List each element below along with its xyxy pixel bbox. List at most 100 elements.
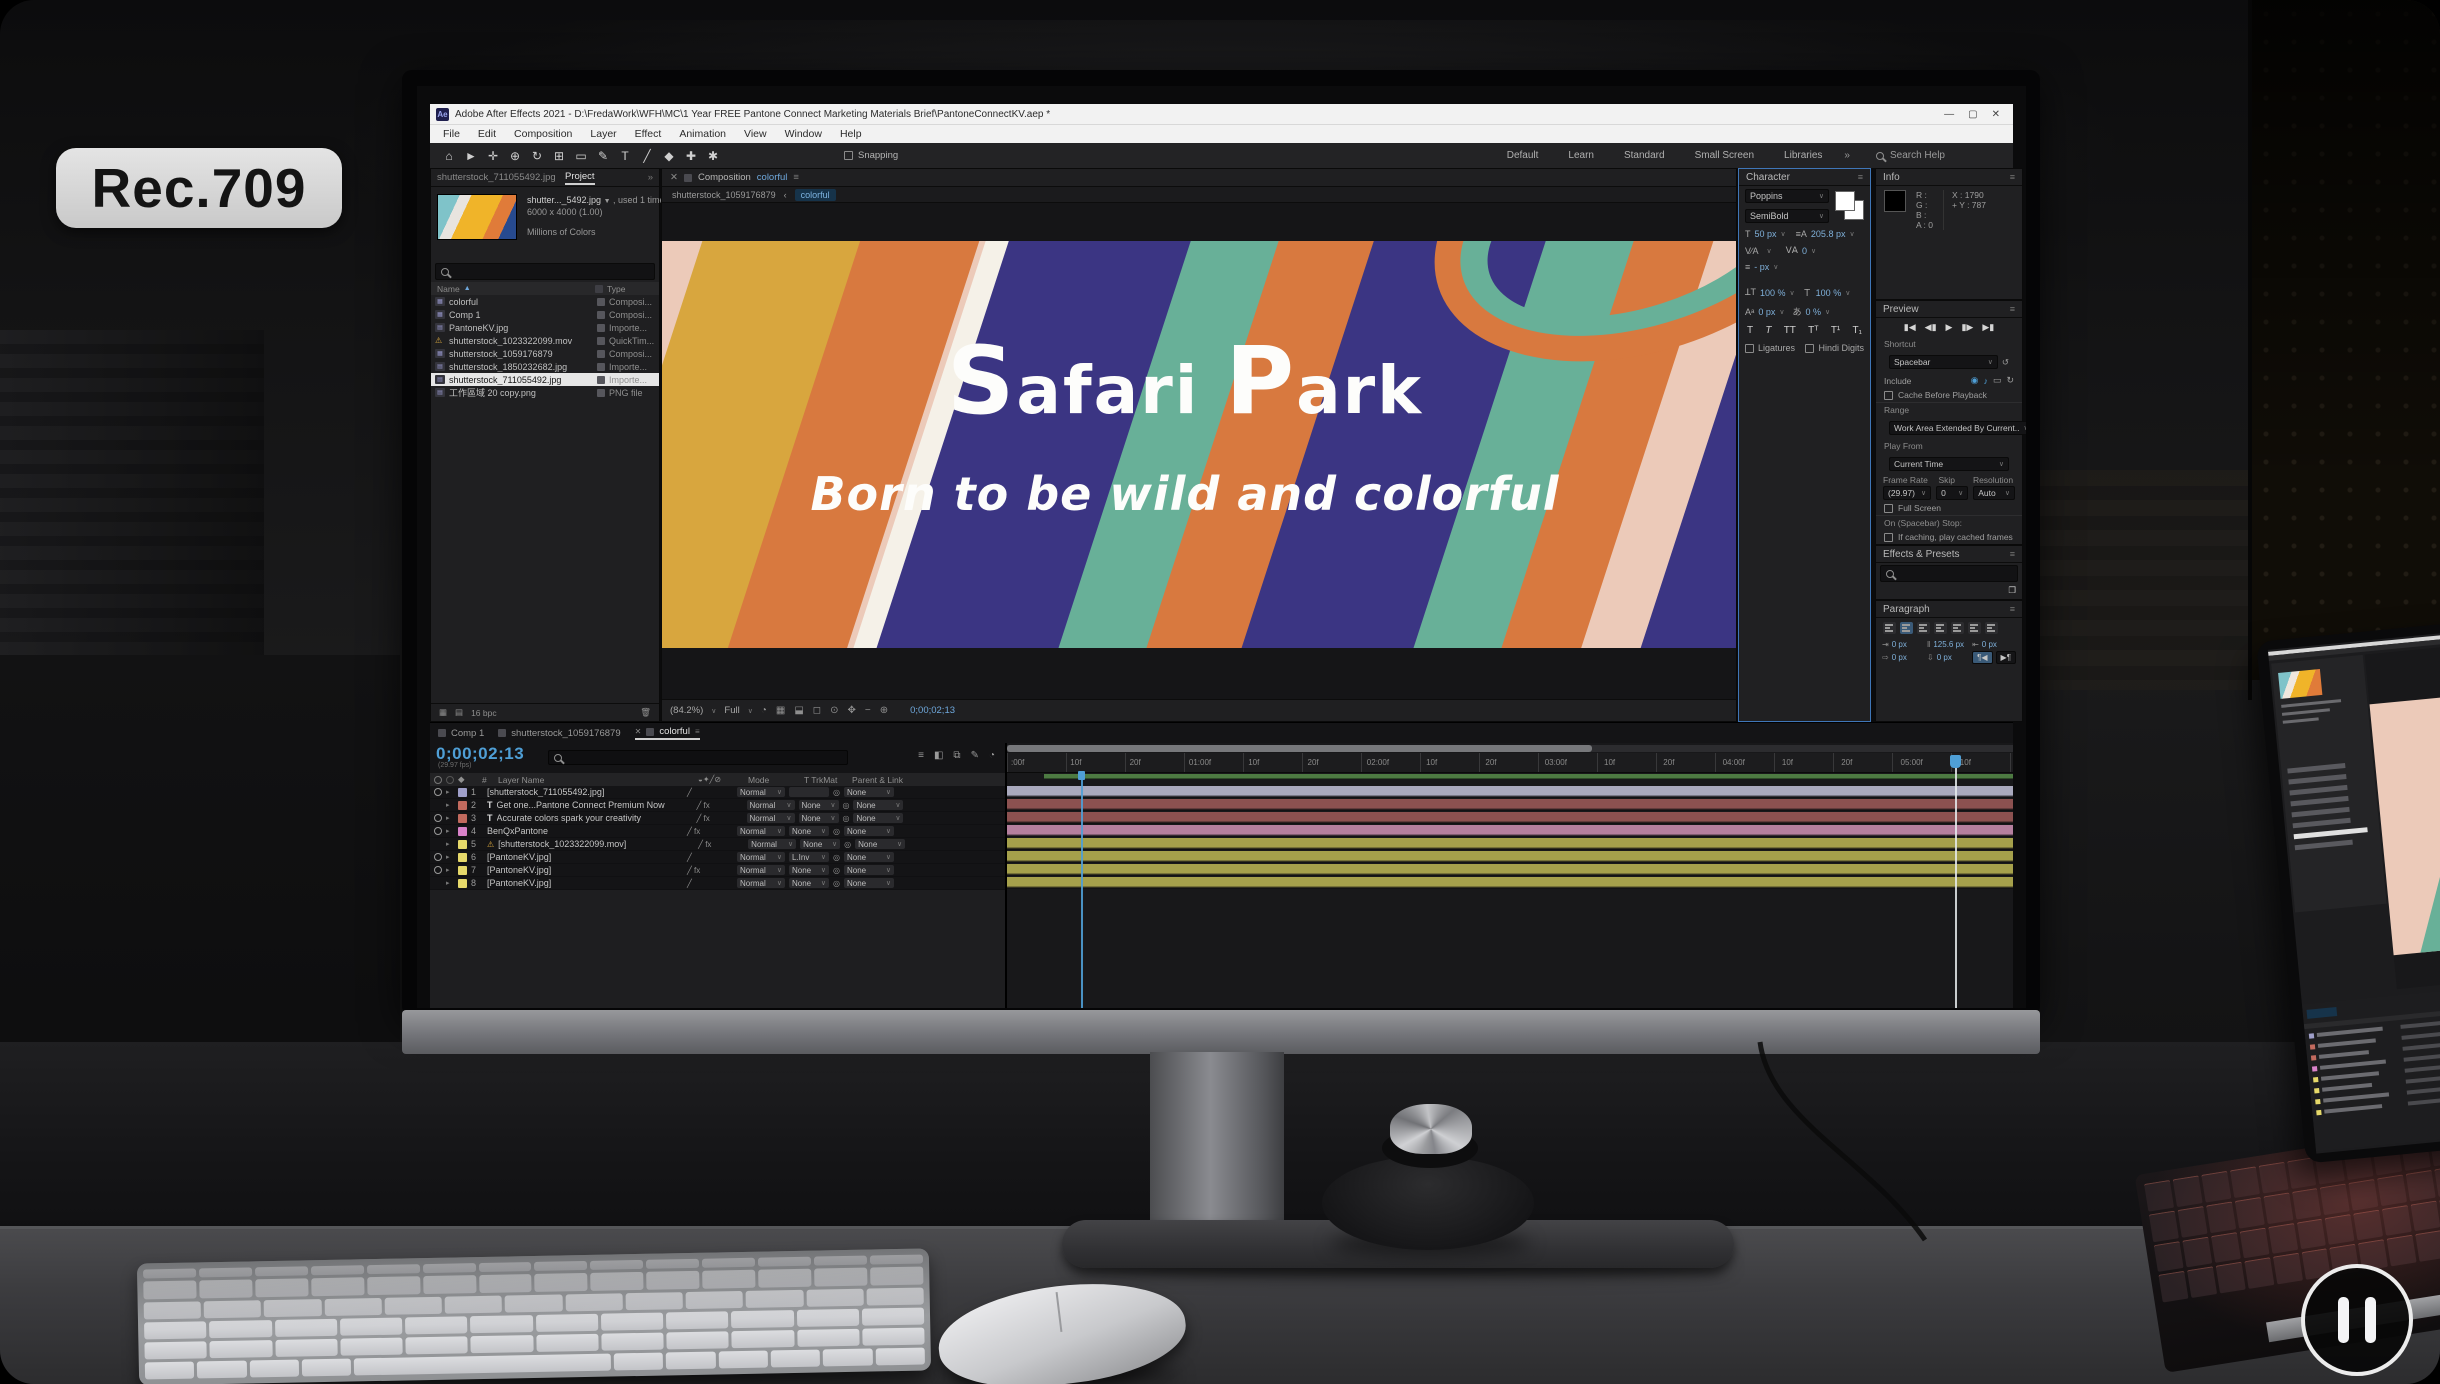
playhead-line[interactable]: [1955, 755, 1957, 1008]
column-mode[interactable]: Mode: [748, 775, 800, 785]
timeline-icon[interactable]: ◔: [989, 750, 995, 761]
workspace-libraries[interactable]: Libraries: [1784, 150, 1822, 161]
resolution-select[interactable]: Full: [724, 705, 739, 716]
timeline-tab[interactable]: ✕colorful≡: [635, 726, 700, 740]
menu-effect[interactable]: Effect: [626, 128, 671, 140]
layer-parent-select[interactable]: None∨: [855, 839, 905, 849]
layer-mode-select[interactable]: Normal∨: [747, 813, 795, 823]
layer-trkmat-select[interactable]: [789, 787, 829, 797]
effects-panel-title[interactable]: Effects & Presets: [1883, 549, 1960, 560]
layer-mode-select[interactable]: Normal∨: [748, 839, 796, 849]
layer-trkmat-select[interactable]: None∨: [799, 800, 839, 810]
secondary-time-indicator[interactable]: [1081, 774, 1083, 1008]
parent-pickwhip-icon[interactable]: ◎: [843, 801, 850, 810]
project-list-header[interactable]: Name ▲ Type: [431, 282, 659, 295]
full-screen-toggle[interactable]: Full Screen: [1876, 501, 2022, 515]
maximize-button[interactable]: ▢: [1961, 109, 1984, 120]
layer-visibility-toggle[interactable]: [434, 788, 442, 796]
layer-trkmat-select[interactable]: None∨: [789, 878, 829, 888]
layer-expand-icon[interactable]: ▸: [446, 788, 454, 796]
viewer-icon[interactable]: ◻: [813, 705, 821, 716]
project-search-input[interactable]: [435, 263, 655, 280]
parent-pickwhip-icon[interactable]: ◎: [833, 853, 840, 862]
rotation-tool-icon[interactable]: ↻: [526, 149, 548, 163]
layer-parent-select[interactable]: None∨: [853, 800, 903, 810]
layer-trkmat-select[interactable]: None∨: [789, 865, 829, 875]
layer-duration-bar[interactable]: [1007, 786, 2013, 798]
layer-parent-select[interactable]: None∨: [844, 878, 894, 888]
workspace-standard[interactable]: Standard: [1624, 150, 1665, 161]
caret-icon[interactable]: ▼: [604, 198, 611, 205]
type-tool-icon[interactable]: T: [614, 149, 636, 163]
snapping-checkbox[interactable]: [844, 151, 853, 160]
bit-depth-label[interactable]: 16 bpc: [471, 708, 497, 718]
caching-toggle[interactable]: If caching, play cached frames: [1876, 530, 2022, 544]
puck-dial[interactable]: [1390, 1104, 1472, 1154]
column-trkmat[interactable]: T TrkMat: [804, 775, 848, 785]
project-item[interactable]: ▦shutterstock_1059176879Composi...: [431, 347, 659, 360]
project-item[interactable]: ⚠shutterstock_1023322099.movQuickTim...: [431, 334, 659, 347]
comp-viewer[interactable]: SafariParkBorn to be wild and colorful: [662, 203, 1736, 699]
layer-duration-bar[interactable]: [1007, 877, 2013, 889]
timeline-icon[interactable]: ◧: [934, 750, 943, 761]
layer-visibility-toggle[interactable]: [434, 801, 442, 809]
current-timecode[interactable]: 0;00;02;13: [436, 744, 524, 764]
timeline-tab[interactable]: Comp 1: [438, 728, 484, 739]
new-folder-icon[interactable]: ❐: [1876, 584, 2022, 597]
layer-row[interactable]: ▸4BenQxPantone╱ fxNormal∨None∨◎None∨: [430, 825, 1005, 838]
layer-trkmat-select[interactable]: None∨: [789, 826, 829, 836]
snapping-toggle[interactable]: Snapping: [844, 150, 898, 161]
breadcrumb-current[interactable]: colorful: [795, 189, 836, 201]
viewer-icon[interactable]: ⬓: [794, 705, 803, 716]
viewer-icon[interactable]: ✥: [847, 705, 855, 716]
column-name[interactable]: Name: [437, 284, 460, 294]
viewer-icon[interactable]: ▦: [776, 705, 785, 716]
pen-tool-icon[interactable]: ✎: [592, 149, 614, 163]
space-after-field[interactable]: ⇩0 px: [1927, 651, 1968, 664]
line-value[interactable]: - px: [1754, 262, 1769, 272]
search-help[interactable]: Search Help: [1876, 150, 1945, 161]
character-panel-title[interactable]: Character: [1746, 172, 1790, 183]
layer-expand-icon[interactable]: ▸: [446, 827, 454, 835]
layer-parent-select[interactable]: None∨: [844, 787, 894, 797]
layer-row[interactable]: ▸6[PantoneKV.jpg]╱Normal∨L.Inv∨◎None∨: [430, 851, 1005, 864]
layer-parent-select[interactable]: None∨: [844, 865, 894, 875]
layer-label-chip[interactable]: [458, 814, 467, 823]
time-ruler[interactable]: :00f10f20f01:00f10f20f02:00f10f20f03:00f…: [1007, 753, 2013, 773]
pause-button[interactable]: [2301, 1264, 2413, 1376]
project-flowchart-icon[interactable]: ▦: [439, 707, 447, 718]
align-button-3[interactable]: [1934, 622, 1947, 634]
viewer-icon[interactable]: ⊙: [830, 705, 838, 716]
layer-duration-bar[interactable]: [1007, 838, 2013, 850]
tab-footage[interactable]: shutterstock_711055492.jpg: [437, 172, 555, 183]
layer-label-chip[interactable]: [458, 827, 467, 836]
layer-label-chip[interactable]: [458, 879, 467, 888]
menu-layer[interactable]: Layer: [581, 128, 625, 140]
timeline-search-input[interactable]: [548, 750, 848, 765]
workspace-small-screen[interactable]: Small Screen: [1695, 150, 1754, 161]
range-select[interactable]: Work Area Extended By Current..∨: [1889, 421, 2026, 435]
viewer-icon[interactable]: ◔: [761, 705, 767, 716]
last-frame-button[interactable]: ▶▮: [1982, 322, 1994, 333]
tab-project[interactable]: Project: [565, 171, 595, 185]
trash-icon[interactable]: 🗑: [640, 707, 651, 718]
layer-visibility-toggle[interactable]: [434, 853, 442, 861]
layer-mode-select[interactable]: Normal∨: [737, 878, 785, 888]
camera-tool-icon[interactable]: ⊞: [548, 149, 570, 163]
layer-duration-bar[interactable]: [1007, 851, 2013, 863]
align-button-1[interactable]: [1900, 622, 1913, 634]
layer-expand-icon[interactable]: ▸: [446, 853, 454, 861]
layer-label-chip[interactable]: [458, 801, 467, 810]
resolution-select[interactable]: Auto∨: [1973, 486, 2015, 500]
layer-visibility-toggle[interactable]: [434, 879, 442, 887]
pan-behind-tool-icon[interactable]: ▭: [570, 149, 592, 163]
faux-style-button[interactable]: T₁: [1853, 325, 1862, 336]
parent-pickwhip-icon[interactable]: ◎: [833, 827, 840, 836]
layer-label-chip[interactable]: [458, 788, 467, 797]
align-button-2[interactable]: [1917, 622, 1930, 634]
layer-row[interactable]: ▸2TGet one...Pantone Connect Premium Now…: [430, 799, 1005, 812]
timeline-tab[interactable]: shutterstock_1059176879: [498, 728, 620, 739]
panel-menu-icon[interactable]: ≡: [1858, 172, 1863, 182]
zoom-level[interactable]: (84.2%): [670, 705, 703, 716]
menu-help[interactable]: Help: [831, 128, 871, 140]
